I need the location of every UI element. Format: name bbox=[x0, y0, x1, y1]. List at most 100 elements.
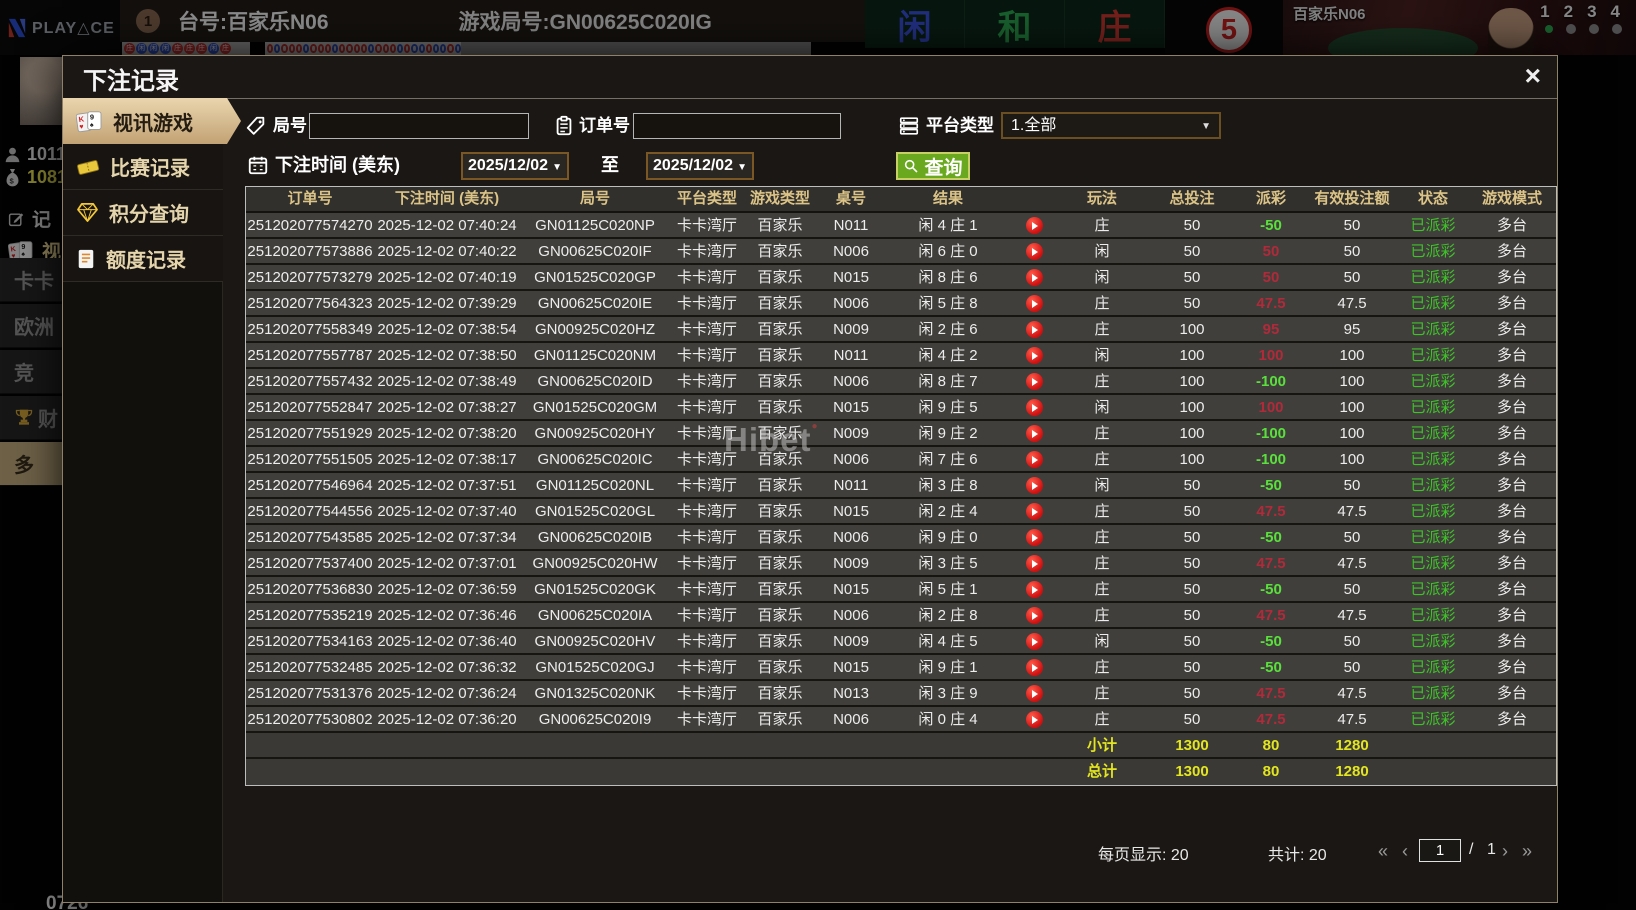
play-result-icon[interactable] bbox=[1025, 451, 1043, 468]
column-header: 结果 bbox=[932, 190, 963, 207]
grand-total-row-cell-platform bbox=[670, 759, 744, 785]
query-button[interactable]: 查询 bbox=[896, 152, 970, 180]
modal-sidebar: K ♥ 9 ♠ 视讯游戏 比赛记录 积分查询 额度记录 bbox=[63, 98, 241, 902]
cell-status: 已派彩 bbox=[1410, 451, 1456, 468]
subtotal-row: 小计 1300 80 1280 bbox=[246, 733, 1556, 759]
cell-game: 百家乐 bbox=[757, 555, 803, 572]
cell-status: 已派彩 bbox=[1410, 503, 1456, 520]
cell-game: 百家乐 bbox=[757, 347, 803, 364]
cell-game: 百家乐 bbox=[757, 399, 803, 416]
cell-payout: 47.5 bbox=[1256, 295, 1286, 312]
play-result-icon[interactable] bbox=[1025, 581, 1043, 598]
play-result-icon[interactable] bbox=[1025, 269, 1043, 286]
play-result-icon[interactable] bbox=[1025, 373, 1043, 390]
cell-game: 百家乐 bbox=[757, 607, 803, 624]
cell-result: 闲 3 庄 5 bbox=[918, 555, 978, 572]
prev-page-icon[interactable]: ‹ bbox=[1402, 841, 1408, 861]
play-result-icon[interactable] bbox=[1025, 555, 1043, 572]
cell-play bbox=[1010, 239, 1058, 263]
grand-total-row: 总计 1300 80 1280 bbox=[246, 759, 1556, 785]
cell-result: 闲 3 庄 8 bbox=[918, 477, 978, 494]
cell-game: 百家乐 bbox=[757, 321, 803, 338]
round-input[interactable] bbox=[309, 113, 529, 139]
cell-result: 闲 4 庄 5 bbox=[918, 633, 978, 650]
tab-match-records[interactable]: 比赛记录 bbox=[63, 144, 223, 190]
cell-time: 2025-12-02 07:37:34 bbox=[377, 529, 517, 546]
subtotal-row-cell-total: 1300 bbox=[1175, 737, 1209, 754]
cell-play bbox=[1010, 525, 1058, 549]
cell-round: GN01125C020NL bbox=[535, 477, 655, 494]
tag-icon bbox=[246, 116, 265, 135]
cell-total: 50 bbox=[1183, 711, 1201, 728]
cards-icon: K♥9♠ bbox=[76, 110, 102, 132]
cell-total: 100 bbox=[1179, 451, 1205, 468]
tab-credit-records[interactable]: 额度记录 bbox=[63, 236, 223, 282]
cell-payout: -100 bbox=[1255, 425, 1287, 442]
date-from-picker[interactable]: 2025/12/02 ▼ bbox=[461, 152, 569, 180]
cell-payout: -50 bbox=[1260, 217, 1282, 234]
cell-order: 251202077544556 bbox=[247, 503, 373, 520]
table-row: 251202077551505 2025-12-02 07:38:17 GN0062… bbox=[246, 447, 1556, 473]
subtotal-row-cell-game bbox=[744, 733, 816, 757]
play-result-icon[interactable] bbox=[1025, 243, 1043, 260]
first-page-icon[interactable]: « bbox=[1378, 841, 1388, 861]
play-result-icon[interactable] bbox=[1025, 425, 1043, 442]
cell-payout: -50 bbox=[1260, 477, 1282, 494]
play-result-icon[interactable] bbox=[1025, 685, 1043, 702]
play-result-icon[interactable] bbox=[1025, 217, 1043, 234]
cell-play bbox=[1010, 473, 1058, 497]
cell-valid: 47.5 bbox=[1337, 503, 1367, 520]
next-page-icon[interactable]: › bbox=[1502, 841, 1508, 861]
play-result-icon[interactable] bbox=[1025, 711, 1043, 728]
cell-time: 2025-12-02 07:38:49 bbox=[377, 373, 517, 390]
tab-points-query[interactable]: 积分查询 bbox=[63, 190, 223, 236]
cell-valid: 100 bbox=[1339, 347, 1365, 364]
tab-label: 额度记录 bbox=[106, 250, 186, 272]
play-result-icon[interactable] bbox=[1025, 399, 1043, 416]
cell-time: 2025-12-02 07:40:22 bbox=[377, 243, 517, 260]
cell-order: 251202077557432 bbox=[247, 373, 373, 390]
cell-status: 已派彩 bbox=[1410, 399, 1456, 416]
platform-select-value: 1.全部 bbox=[1011, 117, 1057, 134]
cell-game: 百家乐 bbox=[757, 529, 803, 546]
play-result-icon[interactable] bbox=[1025, 295, 1043, 312]
cell-table: N011 bbox=[833, 477, 869, 494]
last-page-icon[interactable]: » bbox=[1522, 841, 1532, 861]
play-result-icon[interactable] bbox=[1025, 529, 1043, 546]
cell-time: 2025-12-02 07:36:46 bbox=[377, 607, 517, 624]
play-result-icon[interactable] bbox=[1025, 607, 1043, 624]
cell-side: 庄 bbox=[1094, 321, 1110, 338]
order-input[interactable] bbox=[633, 113, 841, 139]
cell-table: N011 bbox=[833, 217, 869, 234]
table-row: 251202077573886 2025-12-02 07:40:22 GN0062… bbox=[246, 239, 1556, 265]
tab-label: 积分查询 bbox=[109, 204, 189, 226]
platform-select[interactable]: 1.全部 ▼ bbox=[1001, 112, 1221, 139]
table-row: 251202077546964 2025-12-02 07:37:51 GN0112… bbox=[246, 473, 1556, 499]
play-result-icon[interactable] bbox=[1025, 347, 1043, 364]
cell-result: 闲 6 庄 0 bbox=[918, 243, 978, 260]
close-icon[interactable]: × bbox=[1525, 58, 1541, 94]
cell-total: 50 bbox=[1183, 633, 1201, 650]
page-number-input[interactable] bbox=[1419, 839, 1461, 862]
tab-video-games[interactable]: K ♥ 9 ♠ 视讯游戏 bbox=[63, 98, 241, 144]
play-result-icon[interactable] bbox=[1025, 633, 1043, 650]
cell-valid: 47.5 bbox=[1337, 711, 1367, 728]
cell-table: N009 bbox=[833, 321, 869, 338]
cell-platform: 卡卡湾厅 bbox=[676, 347, 737, 364]
chevron-down-icon: ▼ bbox=[737, 162, 747, 173]
date-to-picker[interactable]: 2025/12/02 ▼ bbox=[646, 152, 754, 180]
cell-time: 2025-12-02 07:40:19 bbox=[377, 269, 517, 286]
cell-round: GN00625C020IE bbox=[537, 295, 653, 312]
cell-payout: 47.5 bbox=[1256, 503, 1286, 520]
cell-payout: -50 bbox=[1260, 633, 1282, 650]
cell-status: 已派彩 bbox=[1410, 347, 1456, 364]
play-result-icon[interactable] bbox=[1025, 477, 1043, 494]
cell-status: 已派彩 bbox=[1410, 659, 1456, 676]
cell-side: 庄 bbox=[1094, 529, 1110, 546]
cell-payout: -50 bbox=[1260, 581, 1282, 598]
play-result-icon[interactable] bbox=[1025, 321, 1043, 338]
play-result-icon[interactable] bbox=[1025, 503, 1043, 520]
cell-order: 251202077532485 bbox=[247, 659, 373, 676]
cell-result: 闲 9 庄 5 bbox=[918, 399, 978, 416]
play-result-icon[interactable] bbox=[1025, 659, 1043, 676]
